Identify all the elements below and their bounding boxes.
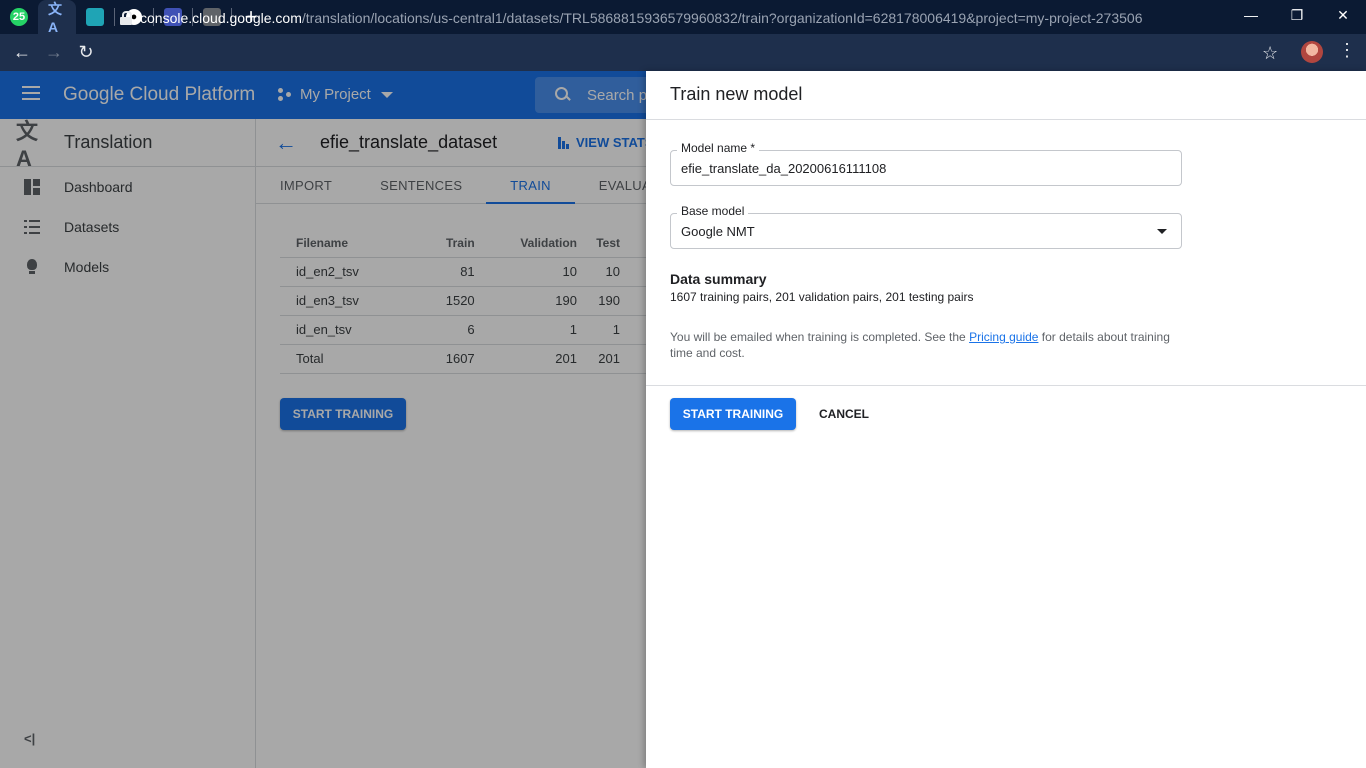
address-bar[interactable]: console.cloud.google.com/translation/loc… [110,4,1290,32]
back-icon[interactable]: ← [6,37,38,69]
reload-icon[interactable]: ↻ [70,37,102,69]
cancel-button[interactable]: CANCEL [808,398,880,430]
data-summary-title: Data summary [670,271,767,287]
url-path: /translation/locations/us-central1/datas… [301,10,1143,26]
tab-whatsapp[interactable]: 25 [0,0,38,34]
translate-icon: 文A [48,1,62,35]
dropdown-arrow-icon [1157,229,1167,234]
tab-translation[interactable]: 文A [38,0,76,35]
forward-icon[interactable]: → [38,37,70,69]
modal-scrim[interactable] [0,71,646,768]
model-name-field[interactable]: Model name * efie_translate_da_202006161… [670,141,1182,186]
lock-icon [120,11,132,25]
panel-title: Train new model [670,84,803,104]
base-model-label: Base model [677,204,749,218]
start-training-button[interactable]: START TRAINING [670,398,796,430]
model-name-label: Model name * [677,141,760,155]
browser-menu-icon[interactable]: ⋮ [1338,40,1356,61]
bookmark-star-icon[interactable]: ☆ [1262,43,1278,64]
pricing-guide-link[interactable]: Pricing guide [969,330,1038,344]
base-model-select[interactable]: Base model Google NMT [670,204,1182,249]
divider [646,119,1366,120]
profile-avatar[interactable] [1301,41,1323,63]
tab-classroom[interactable] [76,0,114,34]
divider [646,385,1366,386]
base-model-value: Google NMT [681,224,755,239]
training-note: You will be emailed when training is com… [670,329,1190,361]
data-summary-text: 1607 training pairs, 201 validation pair… [670,290,974,304]
url-host: console.cloud.google.com [140,10,302,26]
browser-toolbar: ← → ↻ [0,34,1366,71]
close-icon[interactable]: ✕ [1320,0,1366,30]
train-model-panel: Train new model Model name * efie_transl… [646,71,1366,768]
classroom-icon [86,8,104,26]
model-name-value: efie_translate_da_20200616111108 [681,161,887,176]
whatsapp-icon: 25 [10,8,28,26]
note-text: You will be emailed when training is com… [670,330,970,344]
